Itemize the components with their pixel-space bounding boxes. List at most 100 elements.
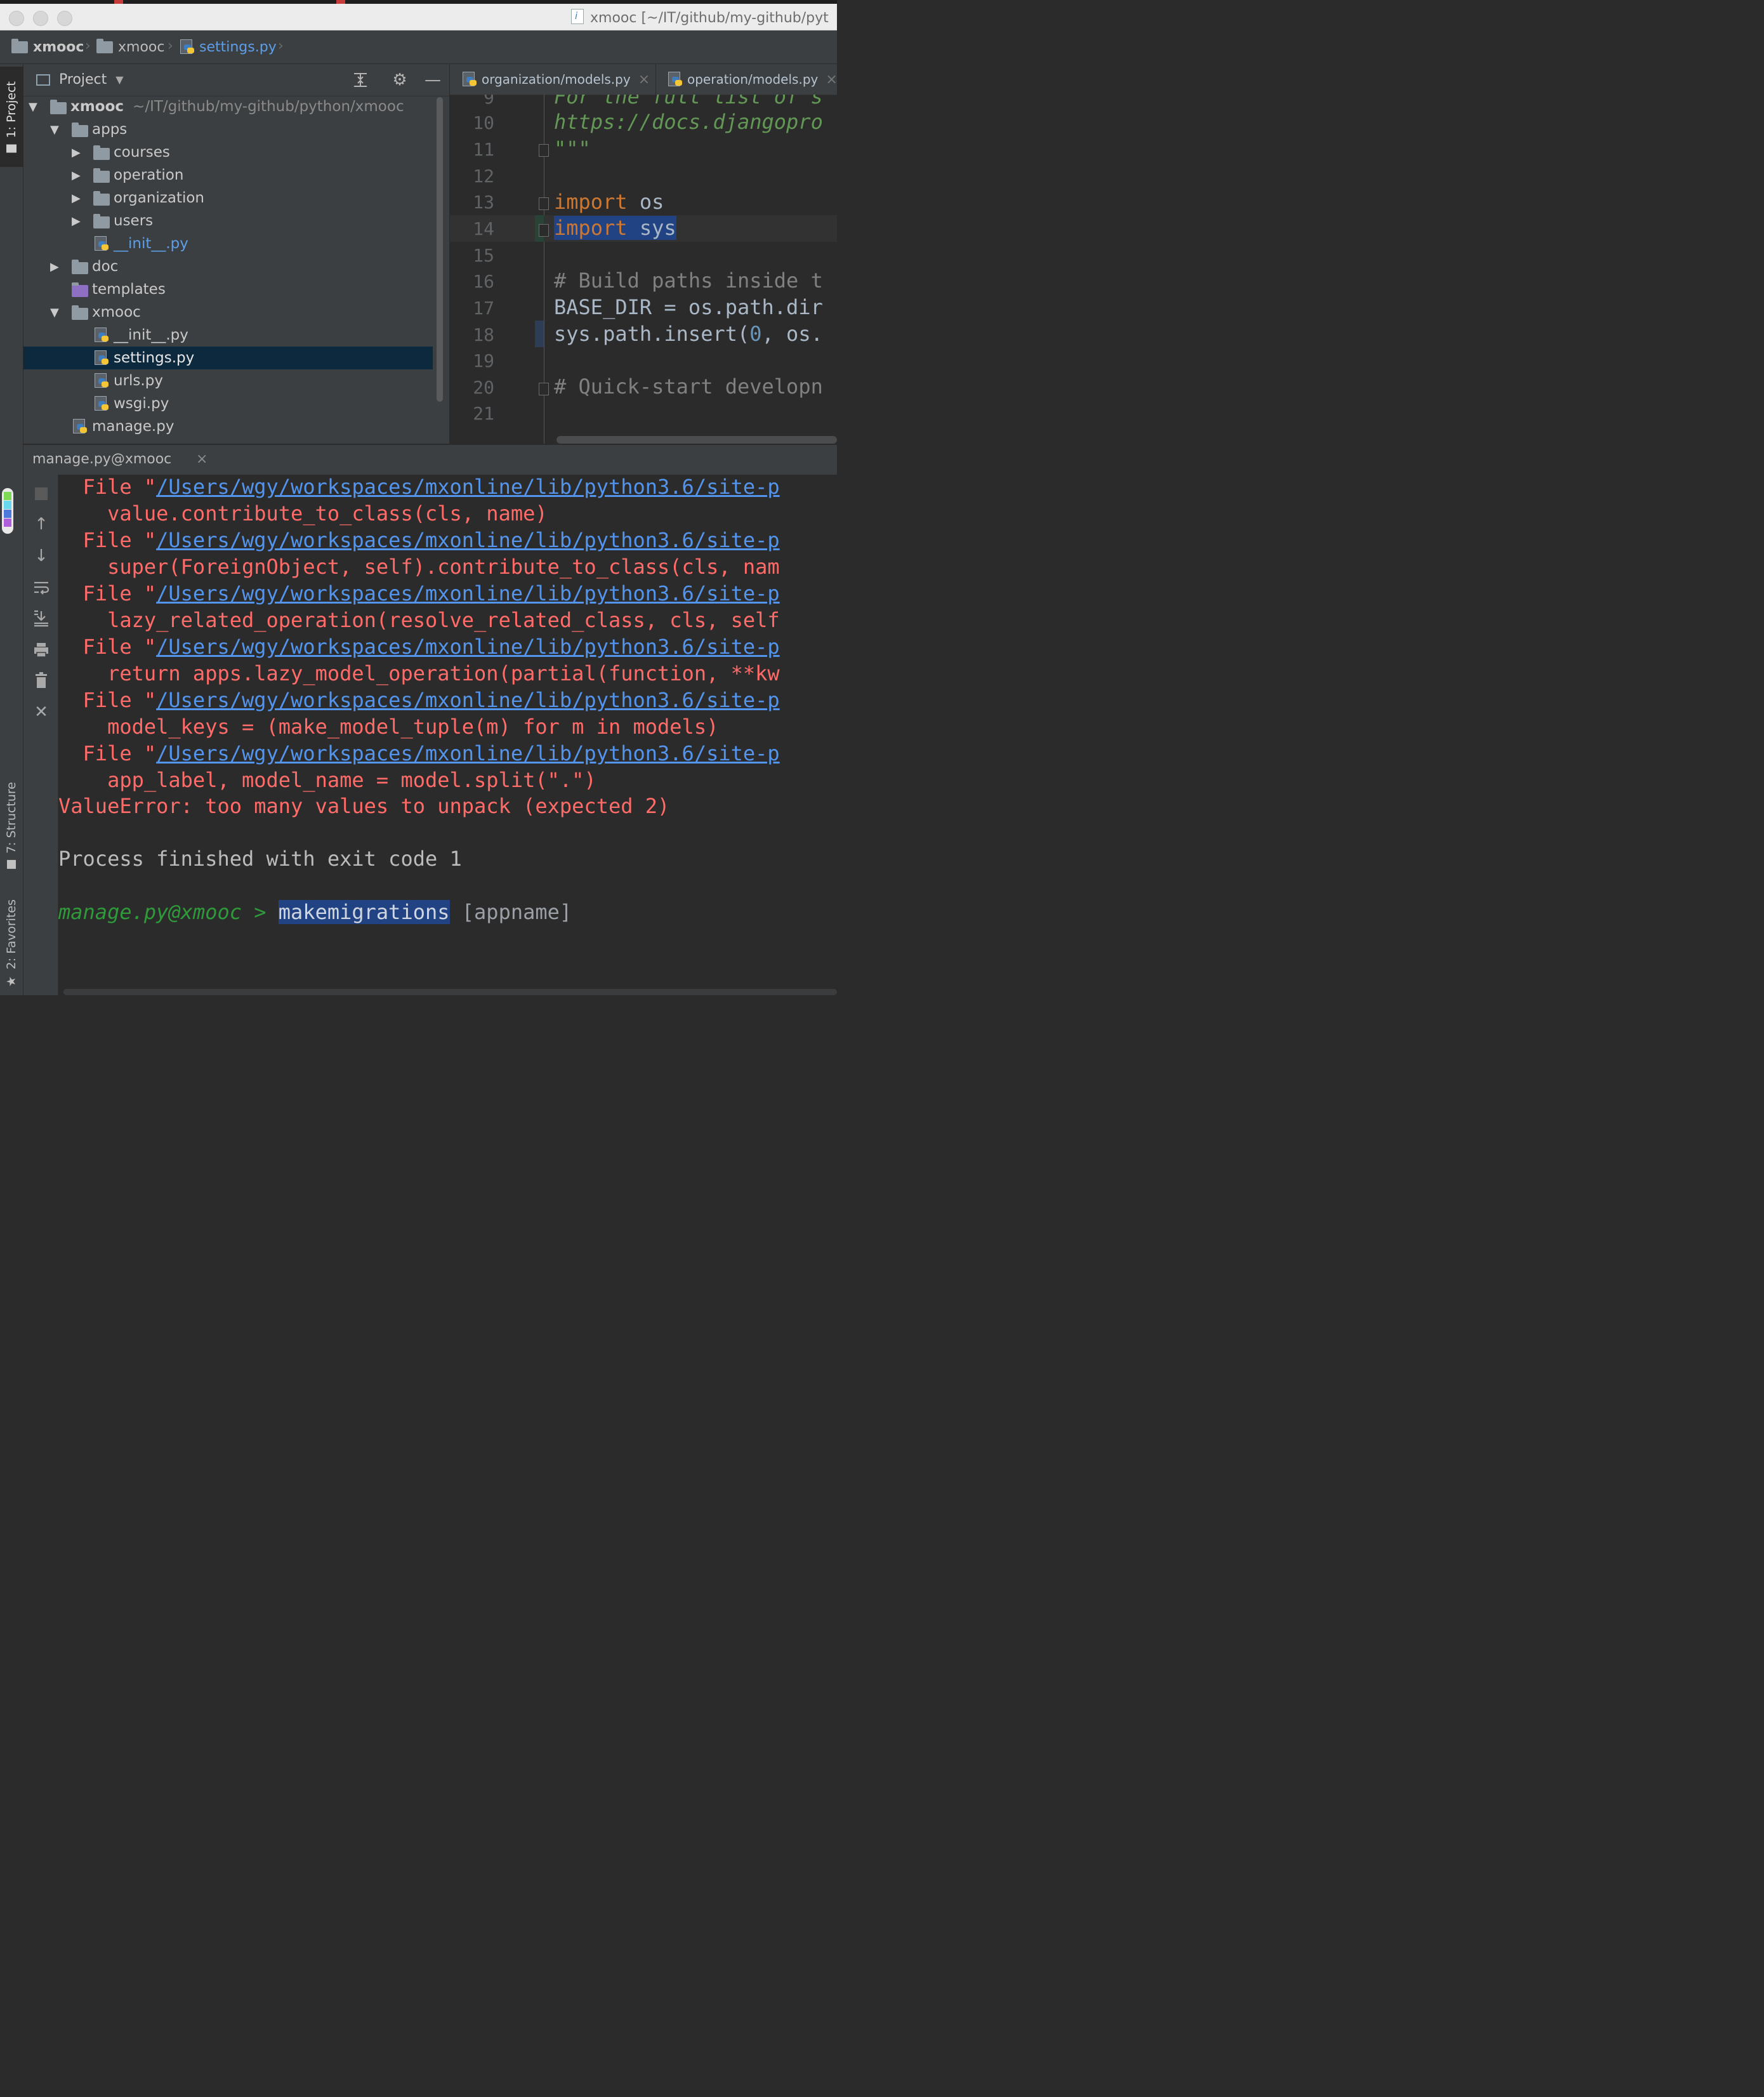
close-window-button[interactable] [9, 11, 24, 26]
tree-item[interactable]: __init__.py [23, 232, 433, 255]
folder-icon [93, 191, 110, 206]
traceback-code-line: value.contribute_to_class(cls, name) [82, 501, 548, 526]
run-tab[interactable]: manage.py@xmooc [32, 451, 171, 467]
code-editor: organization/models.py × operation/models… [450, 64, 837, 444]
fold-marker-icon[interactable] [539, 197, 549, 210]
command-text: makemigrations [278, 900, 450, 924]
project-scrollbar[interactable] [437, 97, 443, 402]
breadcrumb-file[interactable]: settings.py [180, 38, 277, 56]
editor-horizontal-scrollbar[interactable] [556, 436, 837, 444]
command-prompt-line[interactable]: manage.py@xmooc > makemigrations [appnam… [58, 900, 572, 924]
line-number: 18 [473, 324, 494, 345]
zoom-window-button[interactable] [57, 11, 72, 26]
gear-icon[interactable]: ⚙ [390, 70, 409, 89]
project-view-selector[interactable]: Project ▼ [36, 72, 124, 88]
traceback-file-line: File "/Users/wgy/workspaces/mxonline/lib… [82, 581, 780, 605]
templates-folder-icon [72, 282, 88, 297]
scroll-to-end-icon[interactable] [32, 609, 50, 627]
collapse-all-icon[interactable] [351, 70, 370, 89]
python-file-icon [463, 72, 477, 87]
python-file-icon [95, 373, 109, 388]
code-line-selected: import sys [554, 216, 676, 240]
traceback-code-line: lazy_related_operation(resolve_related_c… [82, 608, 780, 632]
left-tool-strip: 1: Project 7: Structure ★2: Favorites [0, 64, 23, 995]
tree-item-selected[interactable]: settings.py [23, 347, 433, 369]
python-file-icon [95, 350, 109, 366]
folder-icon [93, 145, 110, 160]
minimize-window-button[interactable] [33, 11, 48, 26]
fold-marker-icon[interactable] [539, 144, 549, 157]
command-hint: [appname] [449, 900, 572, 924]
tree-item[interactable]: ▶ organization [23, 187, 433, 209]
file-link[interactable]: /Users/wgy/workspaces/mxonline/lib/pytho… [156, 635, 780, 659]
soft-wrap-icon[interactable] [32, 579, 50, 597]
file-link[interactable]: /Users/wgy/workspaces/mxonline/lib/pytho… [156, 688, 780, 712]
stop-icon[interactable] [32, 485, 50, 503]
change-marker [535, 321, 544, 347]
scroll-up-icon[interactable]: ↑ [32, 515, 50, 533]
editor-tab[interactable]: operation/models.py × [668, 64, 837, 95]
file-link[interactable]: /Users/wgy/workspaces/mxonline/lib/pytho… [156, 475, 780, 499]
collapsed-arrow-icon: ▶ [72, 168, 81, 182]
code-area[interactable]: 9 10 11 12 13 14 15 16 17 18 19 20 21 Fo… [450, 95, 837, 444]
folder-icon [96, 38, 113, 53]
tree-item[interactable]: manage.py [23, 415, 433, 438]
traceback-code-line: model_keys = (make_model_tuple(m) for m … [82, 715, 719, 739]
file-link[interactable]: /Users/wgy/workspaces/mxonline/lib/pytho… [156, 528, 780, 552]
trash-icon[interactable] [32, 671, 50, 689]
exit-message: Process finished with exit code 1 [58, 847, 462, 871]
code-line: For the full list of s [554, 95, 823, 109]
tree-root-xmooc[interactable]: ▼ xmooc ~/IT/github/my-github/python/xmoo… [23, 95, 433, 118]
tree-item[interactable]: wsgi.py [23, 392, 433, 415]
hide-panel-icon[interactable]: — [423, 70, 442, 89]
expand-arrow-icon: ▼ [50, 122, 59, 136]
file-link[interactable]: /Users/wgy/workspaces/mxonline/lib/pytho… [156, 741, 780, 765]
traceback-code-line: app_label, model_name = model.split(".") [82, 768, 596, 792]
color-palette-icon[interactable] [2, 488, 13, 534]
traceback-file-line: File "/Users/wgy/workspaces/mxonline/lib… [82, 475, 780, 499]
file-link[interactable]: /Users/wgy/workspaces/mxonline/lib/pytho… [156, 581, 780, 605]
traceback-file-line: File "/Users/wgy/workspaces/mxonline/lib… [82, 528, 780, 552]
tree-item[interactable]: ▼ xmooc [23, 301, 433, 324]
python-file-icon [95, 396, 109, 411]
console-output[interactable]: File "/Users/wgy/workspaces/mxonline/lib… [58, 475, 837, 995]
tree-item[interactable]: urls.py [23, 369, 433, 392]
expand-arrow-icon: ▼ [50, 305, 59, 319]
console-horizontal-scrollbar[interactable] [63, 989, 837, 995]
code-line: """ [554, 136, 591, 161]
scroll-down-icon[interactable]: ↓ [32, 547, 50, 565]
collapsed-arrow-icon: ▶ [72, 214, 81, 228]
tree-item[interactable]: templates [23, 278, 433, 301]
structure-tab-label: 7: Structure [4, 782, 18, 869]
breadcrumb-folder[interactable]: xmooc [96, 38, 164, 56]
structure-tab-icon [7, 859, 16, 869]
close-icon[interactable]: × [196, 451, 207, 467]
tree-item[interactable]: ▶ users [23, 209, 433, 232]
line-number: 21 [473, 403, 494, 424]
tree-item[interactable]: ▶ operation [23, 164, 433, 187]
fold-marker-icon[interactable] [539, 224, 549, 237]
fold-marker-icon[interactable] [539, 383, 549, 395]
close-icon[interactable]: ✕ [32, 703, 50, 721]
ide-window: { "window": { "title": "xmooc [~/IT/gith… [0, 0, 837, 995]
structure-tool-tab[interactable]: 7: Structure [0, 777, 23, 873]
editor-tab[interactable]: organization/models.py × [463, 64, 650, 95]
tree-item[interactable]: __init__.py [23, 324, 433, 347]
tree-item[interactable]: ▶ doc [23, 255, 433, 278]
favorites-tool-tab[interactable]: ★2: Favorites [0, 894, 23, 993]
traceback-code-line: super(ForeignObject, self).contribute_to… [82, 555, 780, 579]
close-tab-icon[interactable]: × [826, 72, 837, 88]
traceback-file-line: File "/Users/wgy/workspaces/mxonline/lib… [82, 635, 780, 659]
code-line: # Build paths inside t [554, 268, 823, 293]
print-icon[interactable] [32, 641, 50, 659]
error-message: ValueError: too many values to unpack (e… [58, 794, 670, 818]
project-tool-tab[interactable]: 1: Project [0, 67, 23, 167]
line-number: 11 [473, 139, 494, 160]
breadcrumb-project[interactable]: xmooc [11, 38, 84, 56]
tree-item[interactable]: ▼ apps [23, 118, 433, 141]
prompt-label: manage.py@xmooc > [58, 900, 279, 924]
favorites-tab-label: ★2: Favorites [4, 899, 18, 989]
tree-item[interactable]: ▶ courses [23, 141, 433, 164]
close-tab-icon[interactable]: × [638, 72, 650, 88]
traceback-file-line: File "/Users/wgy/workspaces/mxonline/lib… [82, 688, 780, 712]
